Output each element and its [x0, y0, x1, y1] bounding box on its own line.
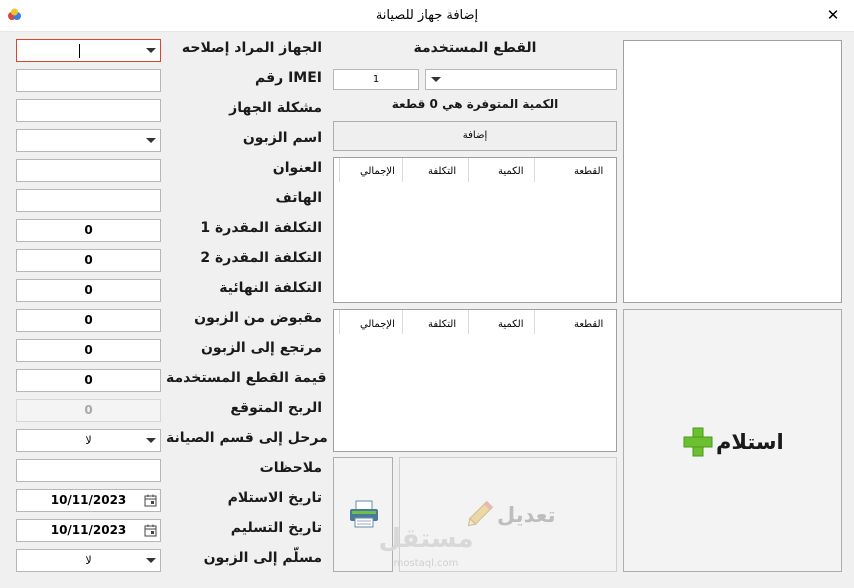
- parts-grid[interactable]: القطعة الكمية التكلفة الإجمالي: [333, 157, 617, 303]
- column-header-part[interactable]: القطعة: [574, 319, 603, 330]
- est-cost2-input[interactable]: 0: [16, 249, 161, 272]
- final-cost-input[interactable]: 0: [16, 279, 161, 302]
- chevron-down-icon[interactable]: [146, 138, 156, 143]
- received-input[interactable]: 0: [16, 309, 161, 332]
- address-input[interactable]: [16, 159, 161, 182]
- column-header-quantity[interactable]: الكمية: [498, 166, 524, 177]
- text-caret: [79, 44, 80, 58]
- calendar-icon[interactable]: [144, 524, 157, 537]
- parts-grid-2[interactable]: القطعة الكمية التكلفة الإجمالي: [333, 309, 617, 452]
- add-part-button[interactable]: إضافة: [333, 121, 617, 151]
- to-maintenance-value: لا: [85, 434, 92, 447]
- part-combo[interactable]: [425, 69, 617, 90]
- to-maintenance-combo[interactable]: لا: [16, 429, 161, 452]
- phone-label: الهاتف: [275, 190, 322, 206]
- final-cost-label: التكلفة النهائية: [219, 280, 322, 296]
- chevron-down-icon[interactable]: [146, 48, 156, 53]
- column-header-quantity[interactable]: الكمية: [498, 319, 524, 330]
- refund-label: مرتجع إلى الزبون: [200, 340, 322, 356]
- window-title: إضافة جهاز للصيانة: [375, 8, 479, 23]
- notes-label: ملاحظات: [259, 460, 322, 476]
- watermark-url: mostaql.com: [393, 558, 459, 569]
- receive-date-label: تاريخ الاستلام: [227, 490, 322, 506]
- received-label: مقبوض من الزبون: [194, 310, 322, 326]
- device-label: الجهاز المراد إصلاحه: [181, 40, 322, 56]
- problem-label: مشكلة الجهاز: [229, 100, 322, 116]
- chevron-down-icon[interactable]: [146, 558, 156, 563]
- column-separator: [534, 310, 535, 334]
- delivered-combo[interactable]: لا: [16, 549, 161, 572]
- delivery-date-value: 10/11/2023: [50, 523, 127, 537]
- column-separator: [339, 158, 340, 182]
- column-separator: [339, 310, 340, 334]
- column-separator: [534, 158, 535, 182]
- parts-value-label: قيمة القطع المستخدمة: [166, 370, 327, 386]
- chevron-down-icon[interactable]: [146, 438, 156, 443]
- quantity-input[interactable]: 1: [333, 69, 419, 90]
- delivery-date-picker[interactable]: 10/11/2023: [16, 519, 161, 542]
- address-label: العنوان: [272, 160, 322, 176]
- column-header-total[interactable]: الإجمالي: [360, 166, 395, 177]
- column-separator: [402, 310, 403, 334]
- customer-combo[interactable]: [16, 129, 161, 152]
- close-button[interactable]: ✕: [822, 4, 844, 26]
- to-maintenance-label: مرحل إلى قسم الصيانة: [166, 430, 328, 446]
- chevron-down-icon[interactable]: [431, 77, 441, 82]
- receive-date-picker[interactable]: 10/11/2023: [16, 489, 161, 512]
- column-separator: [468, 158, 469, 182]
- expected-profit-label: الربح المتوقع: [230, 400, 322, 416]
- refund-input[interactable]: 0: [16, 339, 161, 362]
- column-header-total[interactable]: الإجمالي: [360, 319, 395, 330]
- parts-title: القطع المستخدمة: [413, 40, 537, 56]
- column-header-cost[interactable]: التكلفة: [428, 166, 456, 177]
- edit-label: تعديل: [497, 503, 556, 527]
- column-header-cost[interactable]: التكلفة: [428, 319, 456, 330]
- receive-button[interactable]: استلام: [623, 309, 842, 572]
- available-quantity-text: الكمية المتوفرة هي 0 قطعة: [391, 97, 559, 111]
- parts-value-input[interactable]: 0: [16, 369, 161, 392]
- customer-label: اسم الزبون: [242, 130, 322, 146]
- imei-input[interactable]: [16, 69, 161, 92]
- plus-icon: [683, 427, 713, 457]
- notes-input[interactable]: [16, 459, 161, 482]
- calendar-icon[interactable]: [144, 494, 157, 507]
- column-header-part[interactable]: القطعة: [574, 166, 603, 177]
- receive-date-value: 10/11/2023: [50, 493, 127, 507]
- problem-input[interactable]: [16, 99, 161, 122]
- column-separator: [402, 158, 403, 182]
- print-button[interactable]: [333, 457, 393, 572]
- watermark-logo: مستقل: [378, 524, 474, 554]
- phone-input[interactable]: [16, 189, 161, 212]
- column-separator: [468, 310, 469, 334]
- edit-button[interactable]: تعديل مستقل mostaql.com: [378, 457, 617, 572]
- receive-label: استلام: [716, 430, 784, 454]
- device-combo[interactable]: [16, 39, 161, 62]
- est-cost1-input[interactable]: 0: [16, 219, 161, 242]
- imei-label: رقم IMEI: [254, 70, 322, 86]
- delivered-label: مسلّم إلى الزبون: [203, 550, 322, 566]
- device-image-box[interactable]: [623, 40, 842, 303]
- est-cost1-label: التكلفة المقدرة 1: [200, 220, 322, 236]
- delivery-date-label: تاريخ التسليم: [230, 520, 322, 536]
- expected-profit-input: 0: [16, 399, 161, 422]
- est-cost2-label: التكلفة المقدرة 2: [200, 250, 322, 266]
- delivered-value: لا: [85, 554, 92, 567]
